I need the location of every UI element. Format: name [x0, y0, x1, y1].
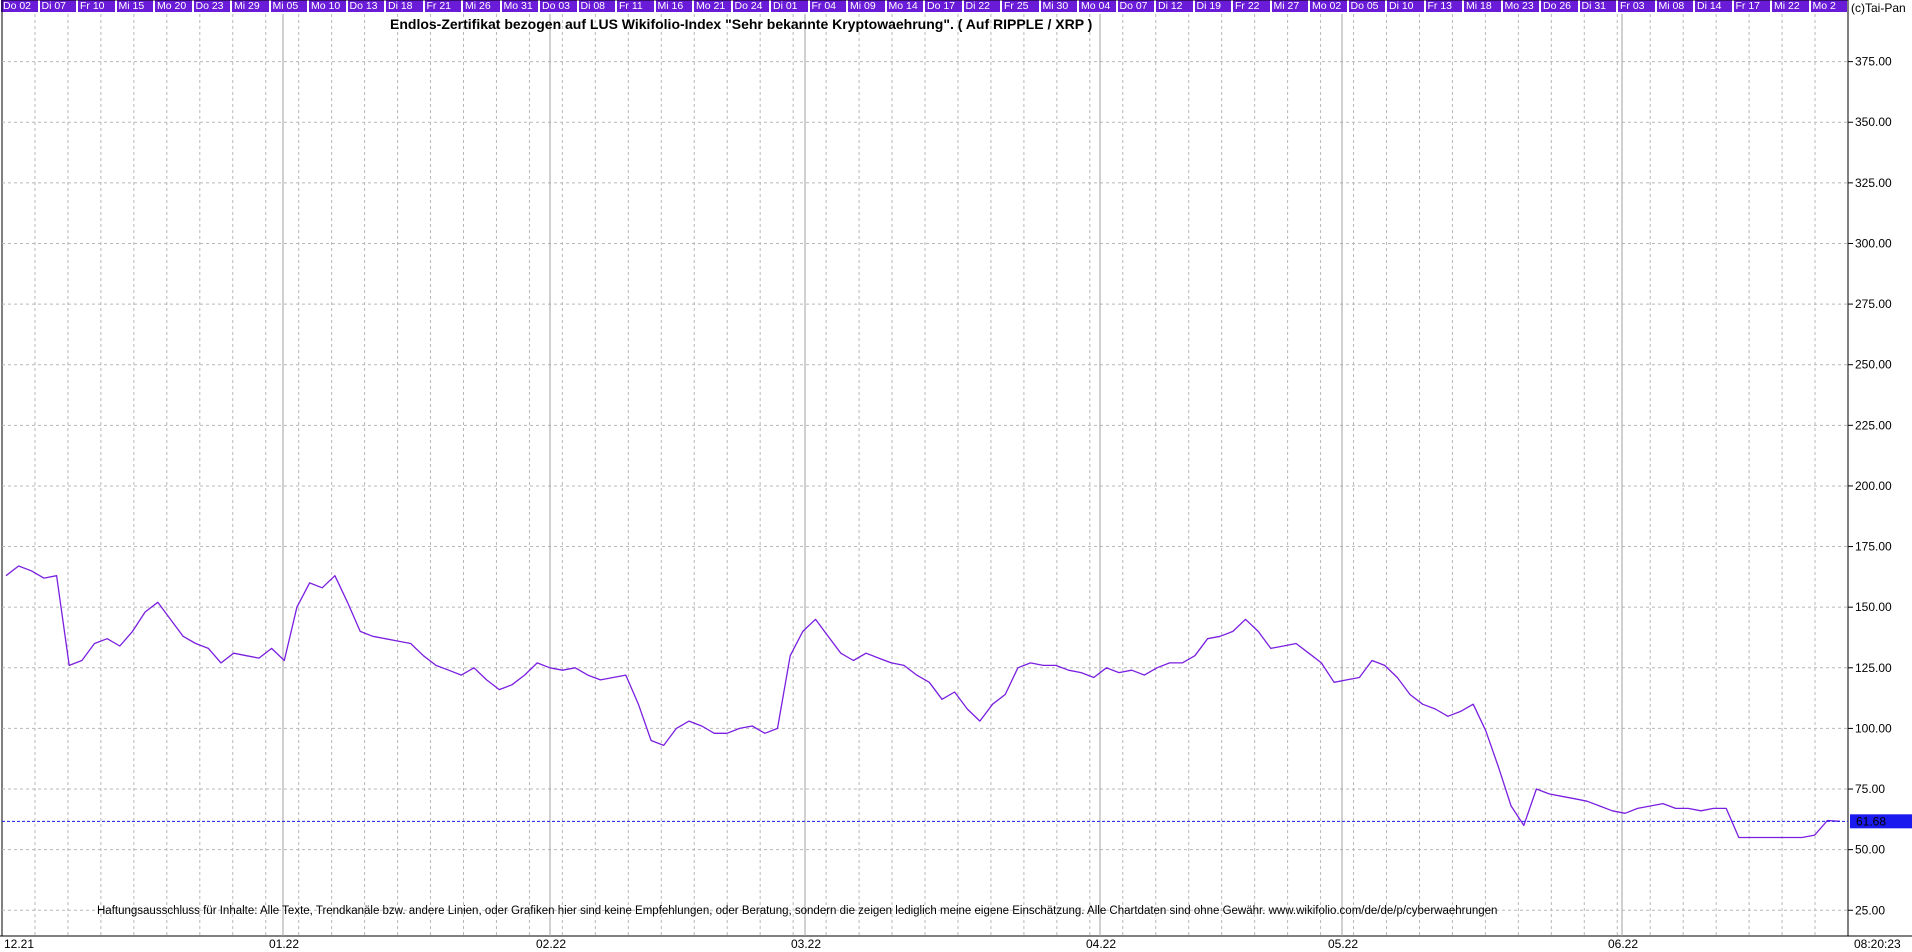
y-tick-label: 325.00	[1855, 176, 1892, 190]
price-chart: 375.00 350.00 325.00 300.00 275.00 250.00 225.…	[0, 0, 1912, 951]
x-tick-label: 04.22	[1086, 937, 1116, 951]
chart-title: Endlos-Zertifikat bezogen auf LUS Wikifo…	[390, 16, 1093, 32]
last-price-label: 61.68	[1856, 814, 1886, 828]
x-tick-label: 06.22	[1608, 937, 1638, 951]
y-tick-label: 125.00	[1855, 661, 1892, 675]
x-tick-label: 01.22	[269, 937, 299, 951]
y-tick-label: 225.00	[1855, 418, 1892, 432]
y-tick-label: 150.00	[1855, 600, 1892, 614]
y-tick-label: 275.00	[1855, 297, 1892, 311]
x-tick-label: 03.22	[791, 937, 821, 951]
x-tick-label: 05.22	[1328, 937, 1358, 951]
y-tick-label: 375.00	[1855, 55, 1892, 69]
y-tick-label: 75.00	[1855, 782, 1885, 796]
y-tick-label: 50.00	[1855, 843, 1885, 857]
x-tick-label: 02.22	[536, 937, 566, 951]
y-tick-label: 250.00	[1855, 358, 1892, 372]
y-tick-label: 175.00	[1855, 540, 1892, 554]
y-tick-label: 100.00	[1855, 721, 1892, 735]
disclaimer-text: Haftungsausschluss für Inhalte: Alle Tex…	[97, 905, 1498, 917]
y-tick-label: 300.00	[1855, 236, 1892, 250]
y-tick-label: 350.00	[1855, 115, 1892, 129]
x-tick-label: 12.21	[4, 937, 34, 951]
y-tick-label: 25.00	[1855, 903, 1885, 917]
y-tick-label: 200.00	[1855, 479, 1892, 493]
time-label: 08:20:23	[1854, 937, 1901, 951]
